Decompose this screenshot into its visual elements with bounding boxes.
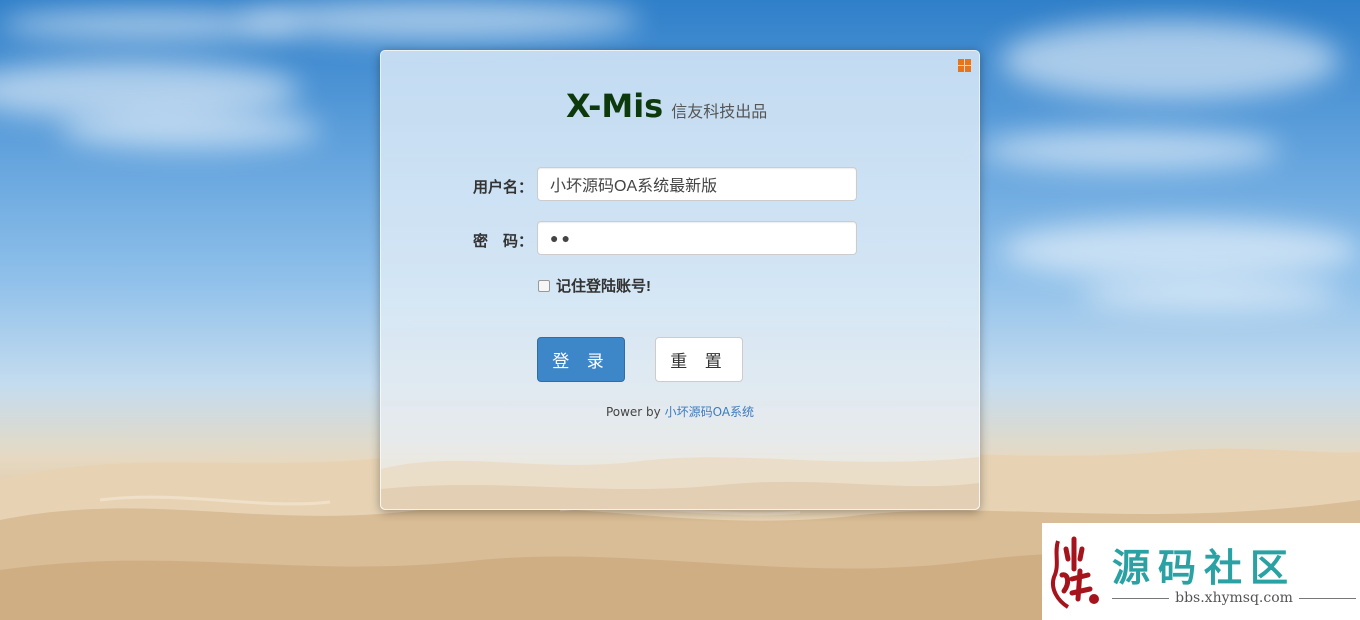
watermark-title: 源码社区 xyxy=(1112,545,1297,590)
watermark-url-row: bbs.xhymsq.com xyxy=(1112,590,1357,606)
watermark: 源码社区 bbs.xhymsq.com xyxy=(1042,523,1360,620)
panel-dunes-decoration xyxy=(381,457,979,509)
divider xyxy=(411,321,951,322)
brand-subtitle: 信友科技出品 xyxy=(671,104,768,121)
login-button[interactable]: 登 录 xyxy=(537,337,625,382)
username-label: 用户名： xyxy=(472,179,533,196)
login-panel: X-Mis 信友科技出品 用户名： 小坏源码OA系统最新版 密 码： ●● 记住… xyxy=(380,50,980,510)
reset-button[interactable]: 重 置 xyxy=(655,337,743,382)
password-input[interactable]: ●● xyxy=(537,221,857,255)
brand-name: X-Mis xyxy=(566,87,664,125)
watermark-line-left xyxy=(1112,597,1170,599)
power-link[interactable]: 小坏源码OA系统 xyxy=(665,405,754,419)
windows-grid-icon[interactable] xyxy=(958,59,971,72)
remember-label: 记住登陆账号! xyxy=(556,278,651,295)
power-prefix: Power by xyxy=(605,405,665,419)
password-label: 密 码： xyxy=(472,233,533,250)
remember-checkbox[interactable] xyxy=(538,279,550,292)
watermark-line-right xyxy=(1298,597,1357,599)
watermark-seal-logo xyxy=(1051,536,1099,609)
username-input[interactable]: 小坏源码OA系统最新版 xyxy=(537,167,857,201)
watermark-url: bbs.xhymsq.com xyxy=(1175,590,1293,606)
remember-row[interactable]: 记住登陆账号! xyxy=(538,275,651,296)
brand: X-Mis 信友科技出品 xyxy=(566,87,767,125)
power-by-text: Power by 小坏源码OA系统 xyxy=(381,403,979,420)
